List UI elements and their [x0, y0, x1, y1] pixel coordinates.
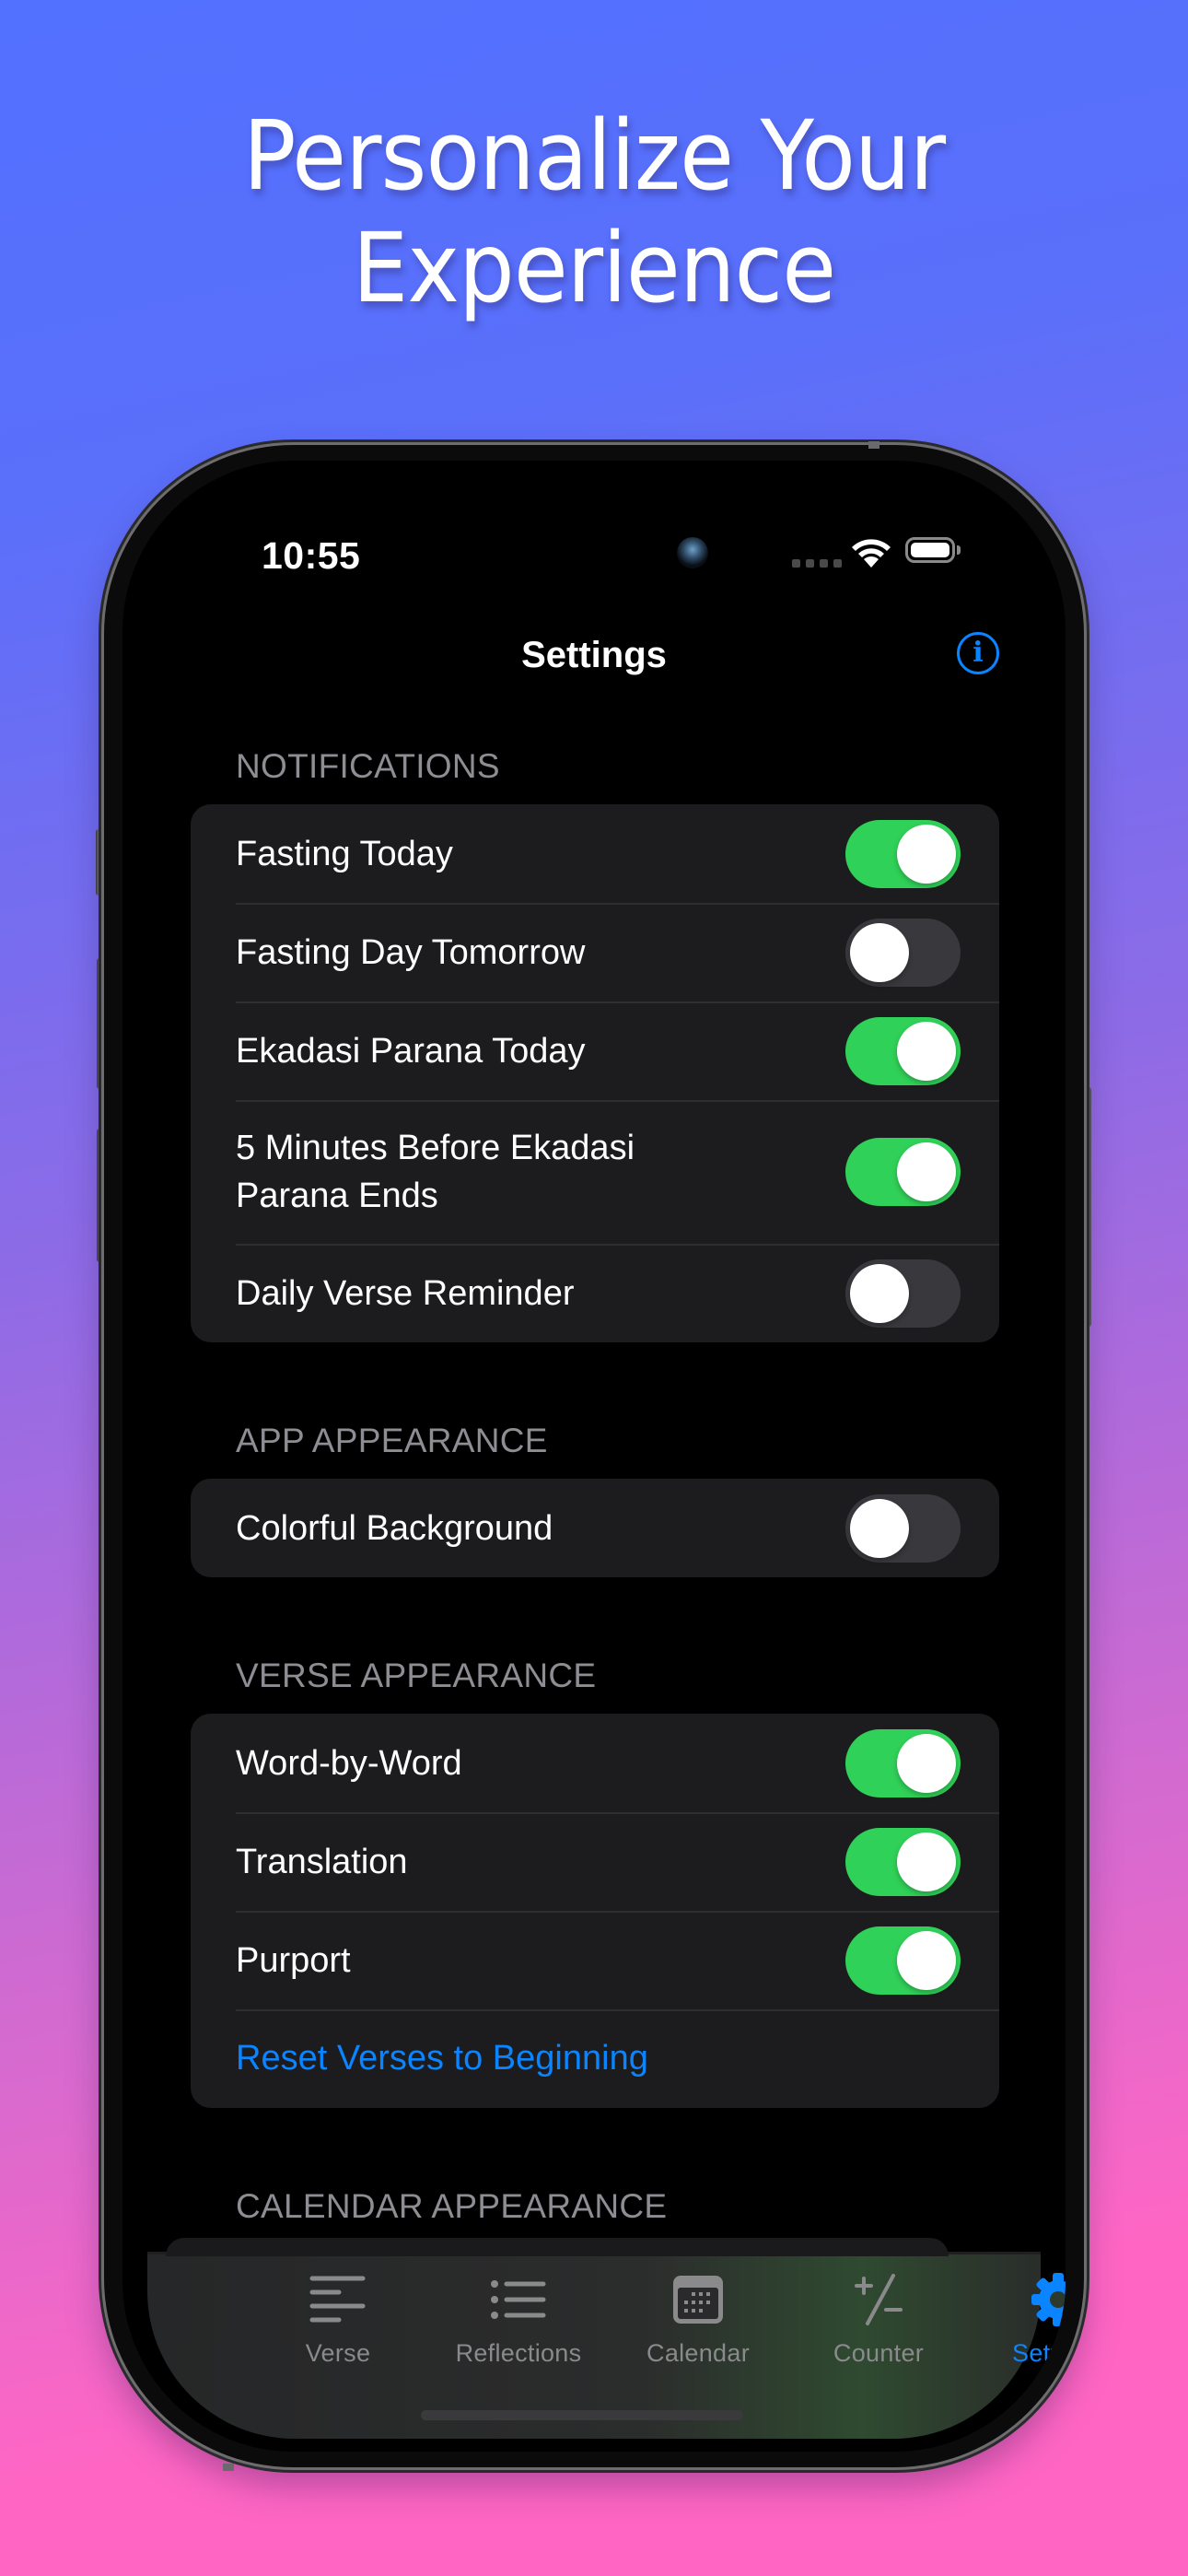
setting-label: Ekadasi Parana Today: [236, 1031, 586, 1071]
translation-toggle[interactable]: [845, 1827, 961, 1896]
setting-row-fasting-day-tomorrow: Fasting Day Tomorrow: [191, 903, 999, 1001]
ekadasi-parana-today-toggle[interactable]: [845, 1016, 961, 1085]
tab-verse[interactable]: Verse: [260, 2267, 416, 2368]
marketing-headline: Personalize Your Experience: [48, 100, 1141, 324]
phone-frame: 10:55 Settings i NOTIFICATIONS Fasting T…: [104, 441, 1084, 2471]
tab-reflections[interactable]: Reflections: [440, 2267, 597, 2368]
parana-ends-reminder-toggle[interactable]: [845, 1138, 961, 1206]
headline-line-2: Experience: [352, 212, 836, 324]
volume-up-button: [97, 958, 104, 1089]
tab-label: Calendar: [646, 2339, 750, 2367]
purport-toggle[interactable]: [845, 1926, 961, 1995]
setting-row-parana-ends-reminder: 5 Minutes Before Ekadasi Parana Ends: [191, 1100, 999, 1244]
toggle-knob: [850, 1263, 909, 1323]
notifications-card: Fasting Today Fasting Day Tomorrow Ekada…: [191, 804, 999, 1342]
section-header-app-appearance: APP APPEARANCE: [236, 1422, 548, 1459]
volume-down-button: [97, 1129, 104, 1262]
setting-label: Purport: [236, 1940, 351, 1980]
phone-screen: 10:55 Settings i NOTIFICATIONS Fasting T…: [122, 461, 1066, 2452]
setting-label: Colorful Background: [236, 1508, 553, 1548]
toggle-knob: [897, 1930, 956, 1990]
info-circle-icon[interactable]: i: [957, 632, 999, 674]
fasting-day-tomorrow-toggle[interactable]: [845, 918, 961, 987]
gear-icon: [1031, 2273, 1066, 2326]
setting-row-colorful-background: Colorful Background: [191, 1479, 999, 1577]
setting-label: Translation: [236, 1842, 408, 1881]
front-camera-icon: [677, 537, 708, 568]
word-by-word-toggle[interactable]: [845, 1728, 961, 1797]
toggle-knob: [897, 1021, 956, 1081]
home-indicator[interactable]: [421, 2410, 743, 2420]
setting-row-reset-verses: Reset Verses to Beginning: [191, 2009, 999, 2108]
app-appearance-card: Colorful Background: [191, 1479, 999, 1577]
headline-line-1: Personalize Your: [242, 100, 946, 212]
tab-settings[interactable]: Settings: [980, 2267, 1066, 2368]
toggle-knob: [897, 1832, 956, 1891]
setting-row-ekadasi-parana-today: Ekadasi Parana Today: [191, 1001, 999, 1100]
section-header-verse-appearance: VERSE APPEARANCE: [236, 1657, 597, 1694]
setting-label: Word-by-Word: [236, 1743, 462, 1783]
section-header-calendar-appearance: CALENDAR APPEARANCE: [236, 2187, 668, 2225]
tab-label: Settings: [1012, 2339, 1066, 2367]
tab-label: Reflections: [455, 2339, 582, 2367]
text-align-left-icon: [309, 2276, 366, 2323]
setting-label: Fasting Today: [236, 834, 453, 873]
tab-label: Verse: [305, 2339, 371, 2367]
setting-row-fasting-today: Fasting Today: [191, 804, 999, 903]
toggle-knob: [850, 922, 909, 982]
verse-appearance-card: Word-by-Word Translation Purport Reset V…: [191, 1714, 999, 2108]
fasting-today-toggle[interactable]: [845, 819, 961, 888]
colorful-background-toggle[interactable]: [845, 1493, 961, 1563]
setting-row-purport: Purport: [191, 1911, 999, 2009]
toggle-knob: [897, 1733, 956, 1793]
status-bar: 10:55: [122, 461, 1066, 580]
reset-verses-button[interactable]: Reset Verses to Beginning: [236, 2039, 648, 2078]
wifi-icon: [852, 539, 891, 568]
setting-row-daily-verse-reminder: Daily Verse Reminder: [191, 1244, 999, 1342]
toggle-knob: [850, 1498, 909, 1558]
tab-counter[interactable]: Counter: [800, 2267, 957, 2368]
battery-icon: [905, 537, 961, 563]
list-bullet-icon: [491, 2280, 546, 2319]
setting-row-word-by-word: Word-by-Word: [191, 1714, 999, 1812]
no-signal-icon: [792, 559, 842, 568]
tab-calendar[interactable]: Calendar: [620, 2267, 776, 2368]
page-title: Settings: [521, 635, 667, 675]
setting-label: 5 Minutes Before Ekadasi Parana Ends: [236, 1129, 635, 1215]
toggle-knob: [897, 824, 956, 884]
section-header-notifications: NOTIFICATIONS: [236, 747, 500, 785]
setting-label: Daily Verse Reminder: [236, 1273, 575, 1313]
calendar-icon: [673, 2276, 723, 2324]
status-time: 10:55: [262, 534, 361, 577]
action-button: [96, 829, 104, 896]
power-button: [1084, 1087, 1091, 1327]
setting-label: Fasting Day Tomorrow: [236, 932, 586, 972]
antenna-band: [868, 441, 879, 449]
tab-label: Counter: [833, 2339, 925, 2367]
plus-minus-icon: [855, 2274, 903, 2325]
antenna-band: [223, 2464, 234, 2471]
toggle-knob: [897, 1142, 956, 1201]
setting-row-translation: Translation: [191, 1812, 999, 1911]
daily-verse-reminder-toggle[interactable]: [845, 1259, 961, 1328]
